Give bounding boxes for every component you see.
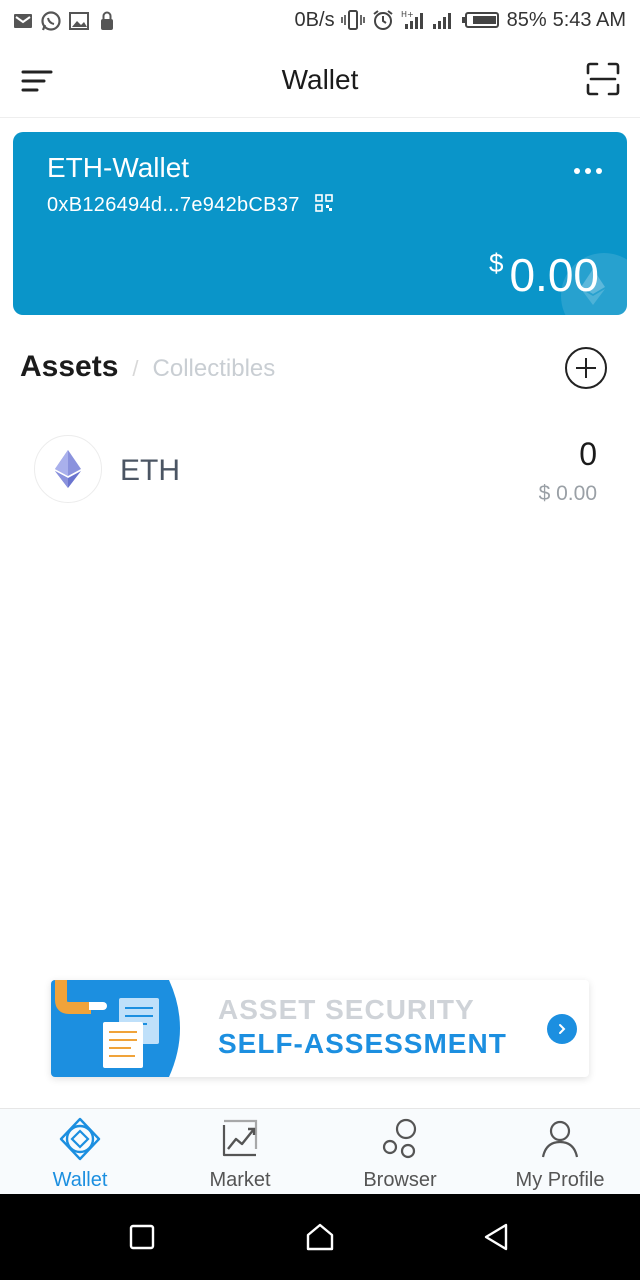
- gmail-icon: [12, 10, 34, 32]
- signal-h-icon: H+: [401, 8, 425, 32]
- notification-icons: [12, 10, 118, 32]
- lock-icon: [96, 10, 118, 32]
- svg-text:H+: H+: [401, 10, 414, 19]
- whatsapp-icon: [40, 10, 62, 32]
- eth-logo-icon: [34, 435, 102, 503]
- system-indicators: 0B/s H+ 85% 5:43 AM: [295, 8, 626, 32]
- browser-bubbles-icon: [378, 1117, 422, 1161]
- tab-collectibles[interactable]: Collectibles: [153, 355, 276, 383]
- signal-icon: [431, 8, 455, 32]
- asset-tabs: Assets / Collectibles: [20, 350, 275, 390]
- nav-wallet-label: Wallet: [52, 1169, 108, 1191]
- plus-circle-icon: [565, 347, 607, 389]
- app-header: Wallet: [0, 44, 640, 118]
- status-bar: 0B/s H+ 85% 5:43 AM: [0, 0, 640, 44]
- nav-profile[interactable]: My Profile: [480, 1109, 640, 1194]
- tab-separator: /: [132, 356, 139, 381]
- nav-market-label: Market: [209, 1169, 271, 1191]
- tab-assets[interactable]: Assets: [20, 350, 118, 384]
- nav-wallet[interactable]: Wallet: [0, 1109, 160, 1194]
- wallet-balance: $ 0.00: [489, 248, 599, 302]
- banner-title-line2: SELF-ASSESSMENT: [218, 1028, 507, 1059]
- banner-title-line1: ASSET SECURITY: [218, 994, 475, 1025]
- profile-icon: [538, 1117, 582, 1161]
- add-asset-button[interactable]: [564, 346, 608, 390]
- back-icon[interactable]: [482, 1222, 512, 1252]
- alarm-icon: [371, 8, 395, 32]
- wallet-address[interactable]: 0xB126494d...7e942bCB37: [47, 194, 300, 217]
- clock: 5:43 AM: [552, 8, 626, 31]
- asset-symbol: ETH: [120, 454, 180, 487]
- nav-profile-label: My Profile: [515, 1169, 605, 1191]
- page-title: Wallet: [281, 64, 359, 95]
- nav-browser-label: Browser: [363, 1169, 437, 1191]
- security-illustration-icon: [51, 980, 187, 1077]
- qr-code-icon[interactable]: [315, 194, 333, 212]
- market-chart-icon: [218, 1117, 262, 1161]
- nav-market[interactable]: Market: [160, 1109, 320, 1194]
- wallet-icon: [58, 1117, 102, 1161]
- nav-browser[interactable]: Browser: [320, 1109, 480, 1194]
- battery-icon: [461, 8, 501, 32]
- wallet-name: ETH-Wallet: [47, 152, 190, 183]
- home-icon[interactable]: [305, 1222, 335, 1252]
- battery-percent: 85%: [506, 8, 547, 31]
- vibrate-icon: [340, 8, 365, 32]
- wallet-card[interactable]: ETH-Wallet 0xB126494d...7e942bCB37 $ 0.0…: [13, 132, 627, 315]
- asset-balance: 0: [579, 436, 597, 472]
- recents-icon[interactable]: [127, 1222, 157, 1252]
- security-banner[interactable]: ASSET SECURITY SELF-ASSESSMENT: [51, 980, 589, 1077]
- currency-symbol: $: [489, 248, 504, 278]
- scan-icon[interactable]: [586, 62, 620, 96]
- bottom-nav: Wallet Market Browser My Profile: [0, 1108, 640, 1194]
- net-speed: 0B/s: [294, 8, 335, 31]
- chevron-right-icon[interactable]: [547, 1014, 577, 1044]
- list-item[interactable]: ETH 0 $ 0.00: [0, 420, 640, 520]
- asset-fiat-value: $ 0.00: [538, 482, 597, 505]
- gallery-icon: [68, 10, 90, 32]
- balance-value: 0.00: [509, 249, 599, 301]
- system-nav-bar: [0, 1194, 640, 1280]
- more-options-icon[interactable]: [573, 162, 603, 174]
